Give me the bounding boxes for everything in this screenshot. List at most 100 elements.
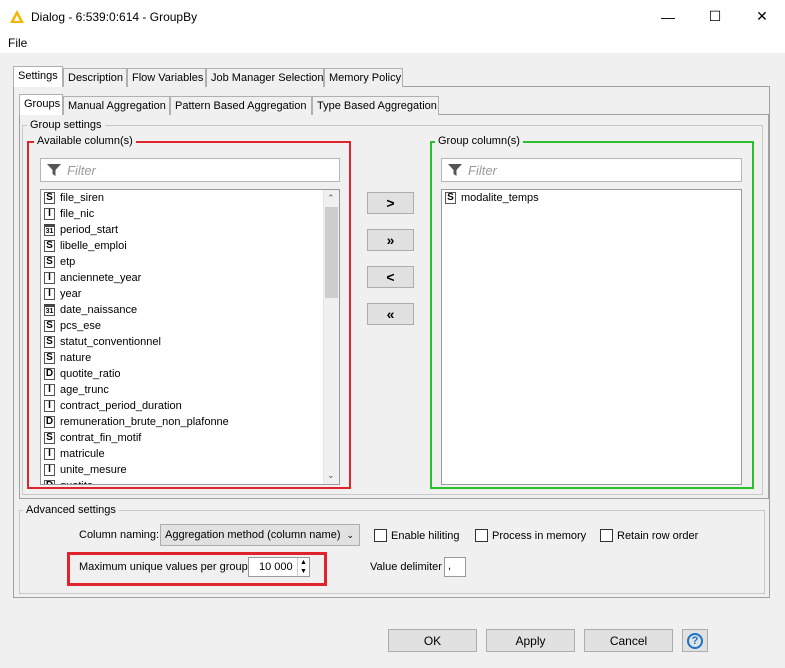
available-filter-input[interactable]: Filter — [40, 158, 340, 182]
group-settings-legend: Group settings — [27, 119, 105, 131]
help-button[interactable]: ? — [682, 629, 708, 652]
column-list-item[interactable]: Dremuneration_brute_non_plafonne — [41, 414, 339, 430]
group-columns-list[interactable]: Smodalite_temps — [441, 189, 742, 485]
filter-icon — [448, 164, 462, 176]
add-button[interactable]: > — [367, 192, 414, 214]
menu-file[interactable]: File — [8, 36, 27, 50]
apply-button[interactable]: Apply — [486, 629, 575, 652]
chevron-down-icon: ⌄ — [346, 529, 354, 540]
column-name: file_nic — [60, 208, 95, 220]
column-list-item[interactable]: Imatricule — [41, 446, 339, 462]
column-naming-label: Column naming: — [79, 529, 160, 541]
scroll-down-icon[interactable]: ⌄ — [327, 470, 335, 481]
max-unique-spinner[interactable]: 10 000 ▲ ▼ — [248, 557, 310, 577]
column-list-item[interactable]: Dquotite_ratio — [41, 366, 339, 382]
filter-icon — [47, 164, 61, 176]
available-columns-list[interactable]: Sfile_siren Ifile_nic 31 period_start Slibel… — [40, 189, 340, 485]
minimize-button[interactable]: — — [645, 0, 691, 33]
add-all-button[interactable]: » — [367, 229, 414, 251]
column-list-item[interactable]: Dquotite — [41, 478, 339, 484]
column-list-item[interactable]: Iage_trunc — [41, 382, 339, 398]
tab-memory-policy[interactable]: Memory Policy — [324, 68, 403, 87]
string-type-icon: S — [44, 352, 55, 364]
retain-row-order-checkbox[interactable]: Retain row order — [600, 529, 698, 542]
column-list-item[interactable]: Smodalite_temps — [442, 190, 741, 206]
group-filter-input[interactable]: Filter — [441, 158, 742, 182]
column-name: file_siren — [60, 192, 105, 204]
column-naming-value: Aggregation method (column name) — [165, 529, 341, 541]
column-list-item[interactable]: Snature — [41, 350, 339, 366]
column-name: quotite_ratio — [60, 368, 121, 380]
available-columns-legend: Available column(s) — [34, 135, 136, 147]
column-list-item[interactable]: Sstatut_conventionnel — [41, 334, 339, 350]
string-type-icon: S — [445, 192, 456, 204]
value-delimiter-input[interactable]: , — [444, 557, 466, 577]
column-name: contract_period_duration — [60, 400, 182, 412]
checkbox-box[interactable] — [600, 529, 613, 542]
column-name: period_start — [60, 224, 119, 236]
subtab-pattern-based-aggregation[interactable]: Pattern Based Aggregation — [170, 96, 312, 115]
close-button[interactable]: ✕ — [739, 0, 785, 33]
tab-settings[interactable]: Settings — [13, 66, 63, 87]
max-unique-value: 10 000 — [259, 561, 293, 573]
column-list-item[interactable]: Ifile_nic — [41, 206, 339, 222]
date-type-icon: 31 — [44, 224, 55, 236]
tab-flow-variables[interactable]: Flow Variables — [127, 68, 206, 87]
column-list-item[interactable]: Spcs_ese — [41, 318, 339, 334]
column-list-item[interactable]: Icontract_period_duration — [41, 398, 339, 414]
double-type-icon: D — [44, 368, 55, 380]
tab-job-manager-selection[interactable]: Job Manager Selection — [206, 68, 324, 87]
max-unique-label: Maximum unique values per group — [79, 561, 248, 573]
column-list-item[interactable]: Scontrat_fin_motif — [41, 430, 339, 446]
column-list-item[interactable]: Ianciennete_year — [41, 270, 339, 286]
integer-type-icon: I — [44, 400, 55, 412]
column-name: anciennete_year — [60, 272, 142, 284]
column-name: date_naissance — [60, 304, 138, 316]
double-type-icon: D — [44, 416, 55, 428]
integer-type-icon: I — [44, 272, 55, 284]
checkbox-box[interactable] — [374, 529, 387, 542]
available-filter-placeholder: Filter — [67, 162, 96, 178]
column-list-item[interactable]: Sfile_siren — [41, 190, 339, 206]
scroll-thumb[interactable] — [325, 207, 338, 298]
column-naming-select[interactable]: Aggregation method (column name) ⌄ — [160, 524, 360, 546]
enable-hiliting-checkbox[interactable]: Enable hiliting — [374, 529, 460, 542]
remove-button[interactable]: < — [367, 266, 414, 288]
column-list-item[interactable]: Slibelle_emploi — [41, 238, 339, 254]
integer-type-icon: I — [44, 384, 55, 396]
spinner-arrows[interactable]: ▲ ▼ — [297, 558, 309, 576]
integer-type-icon: I — [44, 288, 55, 300]
subtab-manual-aggregation[interactable]: Manual Aggregation — [63, 96, 170, 115]
integer-type-icon: I — [44, 448, 55, 460]
value-delimiter-label: Value delimiter — [370, 561, 442, 573]
maximize-button[interactable]: ☐ — [692, 0, 738, 33]
column-list-item[interactable]: Iunite_mesure — [41, 462, 339, 478]
subtab-groups[interactable]: Groups — [19, 94, 63, 115]
column-name: remuneration_brute_non_plafonne — [60, 416, 229, 428]
window-title: Dialog - 6:539:0:614 - GroupBy — [31, 10, 198, 24]
column-list-item[interactable]: Setp — [41, 254, 339, 270]
retain-row-order-label: Retain row order — [617, 529, 699, 542]
column-list-item[interactable]: Iyear — [41, 286, 339, 302]
column-list-item[interactable]: 31 date_naissance — [41, 302, 339, 318]
knime-logo-icon — [10, 10, 24, 23]
process-in-memory-checkbox[interactable]: Process in memory — [475, 529, 586, 542]
column-name: modalite_temps — [461, 192, 539, 204]
string-type-icon: S — [44, 240, 55, 252]
cancel-button[interactable]: Cancel — [584, 629, 673, 652]
remove-all-button[interactable]: « — [367, 303, 414, 325]
column-name: nature — [60, 352, 92, 364]
subtab-type-based-aggregation[interactable]: Type Based Aggregation — [312, 96, 439, 115]
menu-bar — [0, 33, 785, 53]
string-type-icon: S — [44, 320, 55, 332]
ok-button[interactable]: OK — [388, 629, 477, 652]
scroll-up-icon[interactable]: ⌃ — [327, 193, 335, 204]
string-type-icon: S — [44, 192, 55, 204]
column-list-item[interactable]: 31 period_start — [41, 222, 339, 238]
tab-description[interactable]: Description — [63, 68, 127, 87]
group-filter-placeholder: Filter — [468, 162, 497, 178]
group-columns-legend: Group column(s) — [435, 135, 523, 147]
enable-hiliting-label: Enable hiliting — [391, 529, 460, 542]
checkbox-box[interactable] — [475, 529, 488, 542]
available-scrollbar[interactable]: ⌃ ⌄ — [323, 190, 339, 484]
